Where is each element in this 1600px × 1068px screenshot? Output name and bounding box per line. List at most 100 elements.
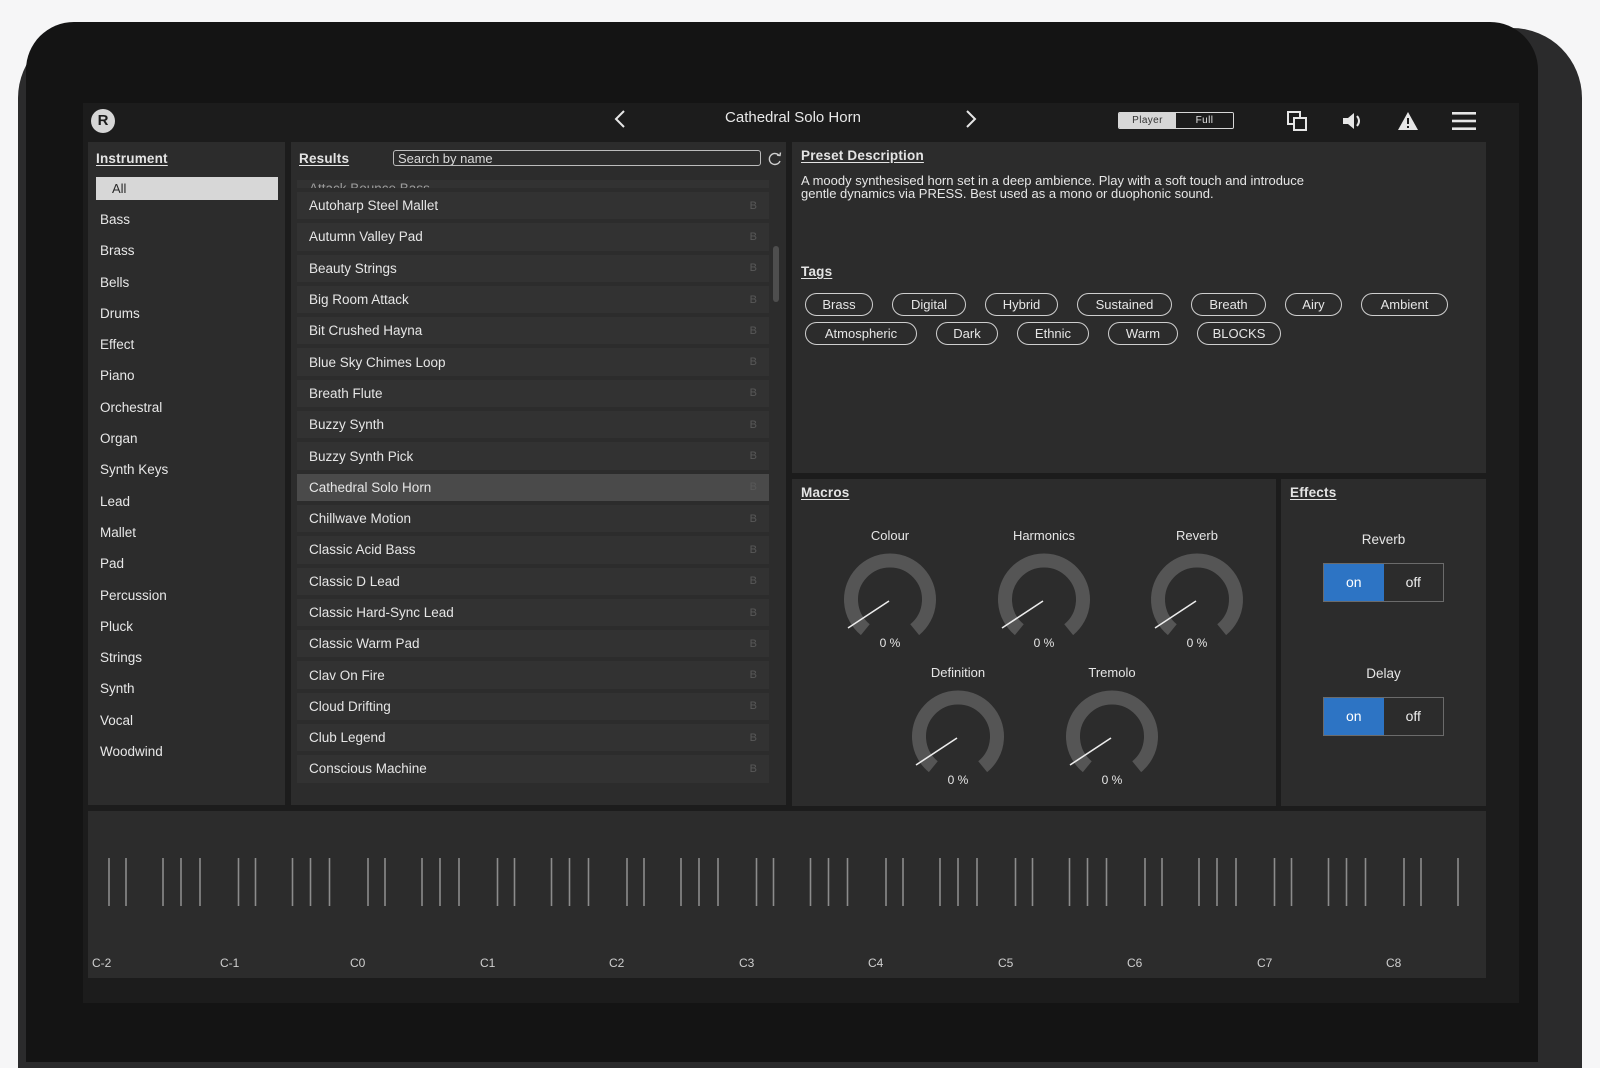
result-row[interactable]: Beauty Strings B: [297, 254, 769, 282]
refresh-icon[interactable]: [767, 151, 783, 167]
result-row[interactable]: Buzzy Synth Pick B: [297, 442, 769, 470]
instrument-panel: Instrument All Bass Brass Bells Drums Effect…: [88, 142, 285, 805]
search-input[interactable]: [393, 150, 761, 166]
result-name: Attack Bounce Bass: [309, 181, 430, 188]
knob-dial-icon[interactable]: [1062, 687, 1162, 779]
result-row[interactable]: Blue Sky Chimes Loop B: [297, 348, 769, 376]
result-row[interactable]: Big Room Attack B: [297, 285, 769, 314]
results-scrollbar[interactable]: [773, 246, 779, 302]
result-row[interactable]: Classic Acid Bass B: [297, 536, 769, 564]
resize-window-button[interactable]: [1283, 107, 1311, 135]
tag-chip[interactable]: Ethnic: [1017, 322, 1089, 345]
instrument-item[interactable]: Drums: [100, 298, 280, 329]
result-row[interactable]: Classic D Lead B: [297, 567, 769, 595]
instrument-item[interactable]: Synth Keys: [100, 454, 280, 485]
result-name: Classic D Lead: [309, 573, 400, 589]
octave-label: C3: [739, 956, 755, 970]
preset-description-panel: Preset Description A moody synthesised h…: [792, 142, 1486, 473]
instrument-item[interactable]: Woodwind: [100, 736, 280, 767]
tag-chip[interactable]: Warm: [1108, 322, 1178, 345]
warning-icon: [1398, 112, 1418, 130]
instrument-item[interactable]: Mallet: [100, 517, 280, 548]
instrument-item[interactable]: Percussion: [100, 580, 280, 611]
instrument-item[interactable]: Piano: [100, 360, 280, 391]
instrument-item[interactable]: Effect: [100, 329, 280, 360]
view-mode-toggle[interactable]: Player Full: [1118, 112, 1234, 129]
instrument-item[interactable]: Organ: [100, 423, 280, 454]
result-row[interactable]: Club Legend B: [297, 724, 769, 752]
result-row[interactable]: Clav On Fire B: [297, 661, 769, 689]
result-row[interactable]: Chillwave Motion B: [297, 504, 769, 533]
blocks-badge: B: [749, 324, 757, 337]
result-row[interactable]: Cloud Drifting B: [297, 692, 769, 721]
macro-knob-value: 0 %: [1186, 636, 1208, 650]
result-row[interactable]: Cathedral Solo Horn B: [297, 473, 769, 501]
delay-off-button[interactable]: off: [1383, 698, 1443, 735]
result-name: Classic Acid Bass: [309, 542, 416, 558]
instrument-item-all[interactable]: All: [96, 177, 278, 200]
tag-chip[interactable]: Ambient: [1361, 293, 1448, 316]
instrument-item[interactable]: Pluck: [100, 611, 280, 642]
alert-button[interactable]: [1394, 107, 1422, 135]
tag-chip[interactable]: Airy: [1285, 293, 1342, 316]
tag-chip[interactable]: Brass: [805, 293, 873, 316]
results-list: Attack Bounce Bass Autoharp Steel Mallet B…: [297, 180, 769, 800]
reverb-toggle[interactable]: on off: [1323, 563, 1444, 602]
result-row[interactable]: Attack Bounce Bass: [297, 180, 769, 188]
knob-dial-icon[interactable]: [840, 550, 940, 642]
mode-full-button[interactable]: Full: [1176, 113, 1233, 128]
mode-player-button[interactable]: Player: [1119, 113, 1176, 128]
instrument-item[interactable]: Bass: [100, 204, 280, 235]
delay-toggle[interactable]: on off: [1323, 697, 1444, 736]
tag-chip[interactable]: Dark: [936, 322, 998, 345]
macros-title: Macros: [801, 485, 850, 500]
blocks-badge: B: [749, 700, 757, 713]
reverb-on-button[interactable]: on: [1324, 564, 1384, 601]
knob-dial-icon[interactable]: [1147, 550, 1247, 642]
instrument-item[interactable]: Bells: [100, 267, 280, 298]
result-row[interactable]: Buzzy Synth B: [297, 411, 769, 439]
instrument-item[interactable]: Strings: [100, 642, 280, 673]
result-row[interactable]: Classic Hard-Sync Lead B: [297, 598, 769, 627]
result-row[interactable]: Autumn Valley Pad B: [297, 223, 769, 251]
instrument-item[interactable]: Lead: [100, 486, 280, 517]
keyboard-keys[interactable]: [88, 858, 1486, 908]
tag-chip[interactable]: BLOCKS: [1197, 322, 1281, 345]
octave-label: C8: [1386, 956, 1402, 970]
blocks-badge: B: [749, 199, 757, 212]
instrument-item[interactable]: Pad: [100, 548, 280, 579]
knob-dial-icon[interactable]: [994, 550, 1094, 642]
tag-chip[interactable]: Hybrid: [985, 293, 1058, 316]
blocks-badge: B: [749, 575, 757, 588]
tag-chip[interactable]: Sustained: [1077, 293, 1172, 316]
result-row[interactable]: Classic Warm Pad B: [297, 630, 769, 658]
tag-chip[interactable]: Digital: [892, 293, 966, 316]
volume-button[interactable]: [1339, 107, 1367, 135]
knob-dial-icon[interactable]: [908, 687, 1008, 779]
delay-on-button[interactable]: on: [1324, 698, 1384, 735]
octave-label: C6: [1127, 956, 1143, 970]
previous-preset-button[interactable]: [605, 104, 635, 134]
macro-knob: Definition 0 %: [903, 665, 1013, 787]
blocks-badge: B: [749, 669, 757, 682]
instrument-item[interactable]: Brass: [100, 235, 280, 266]
reverb-off-button[interactable]: off: [1383, 564, 1443, 601]
instrument-item[interactable]: Orchestral: [100, 392, 280, 423]
instrument-item[interactable]: Vocal: [100, 705, 280, 736]
macro-knob-label: Tremolo: [1088, 665, 1136, 680]
results-title: Results: [299, 151, 350, 166]
macro-knob-value: 0 %: [1101, 773, 1123, 787]
menu-button[interactable]: [1450, 107, 1478, 135]
macro-knob-label: Reverb: [1176, 528, 1218, 543]
result-row[interactable]: Conscious Machine B: [297, 755, 769, 783]
instrument-list: Bass Brass Bells Drums Effect Piano Orchestral…: [100, 204, 280, 767]
tag-chip[interactable]: Atmospheric: [805, 322, 917, 345]
next-preset-button[interactable]: [956, 104, 986, 134]
instrument-item[interactable]: Synth: [100, 673, 280, 704]
result-row[interactable]: Autoharp Steel Mallet B: [297, 192, 769, 220]
macro-knob: Reverb 0 %: [1142, 528, 1252, 650]
tag-chip[interactable]: Breath: [1191, 293, 1266, 316]
result-row[interactable]: Bit Crushed Hayna B: [297, 317, 769, 345]
result-row[interactable]: Breath Flute B: [297, 379, 769, 408]
blocks-badge: B: [749, 762, 757, 775]
